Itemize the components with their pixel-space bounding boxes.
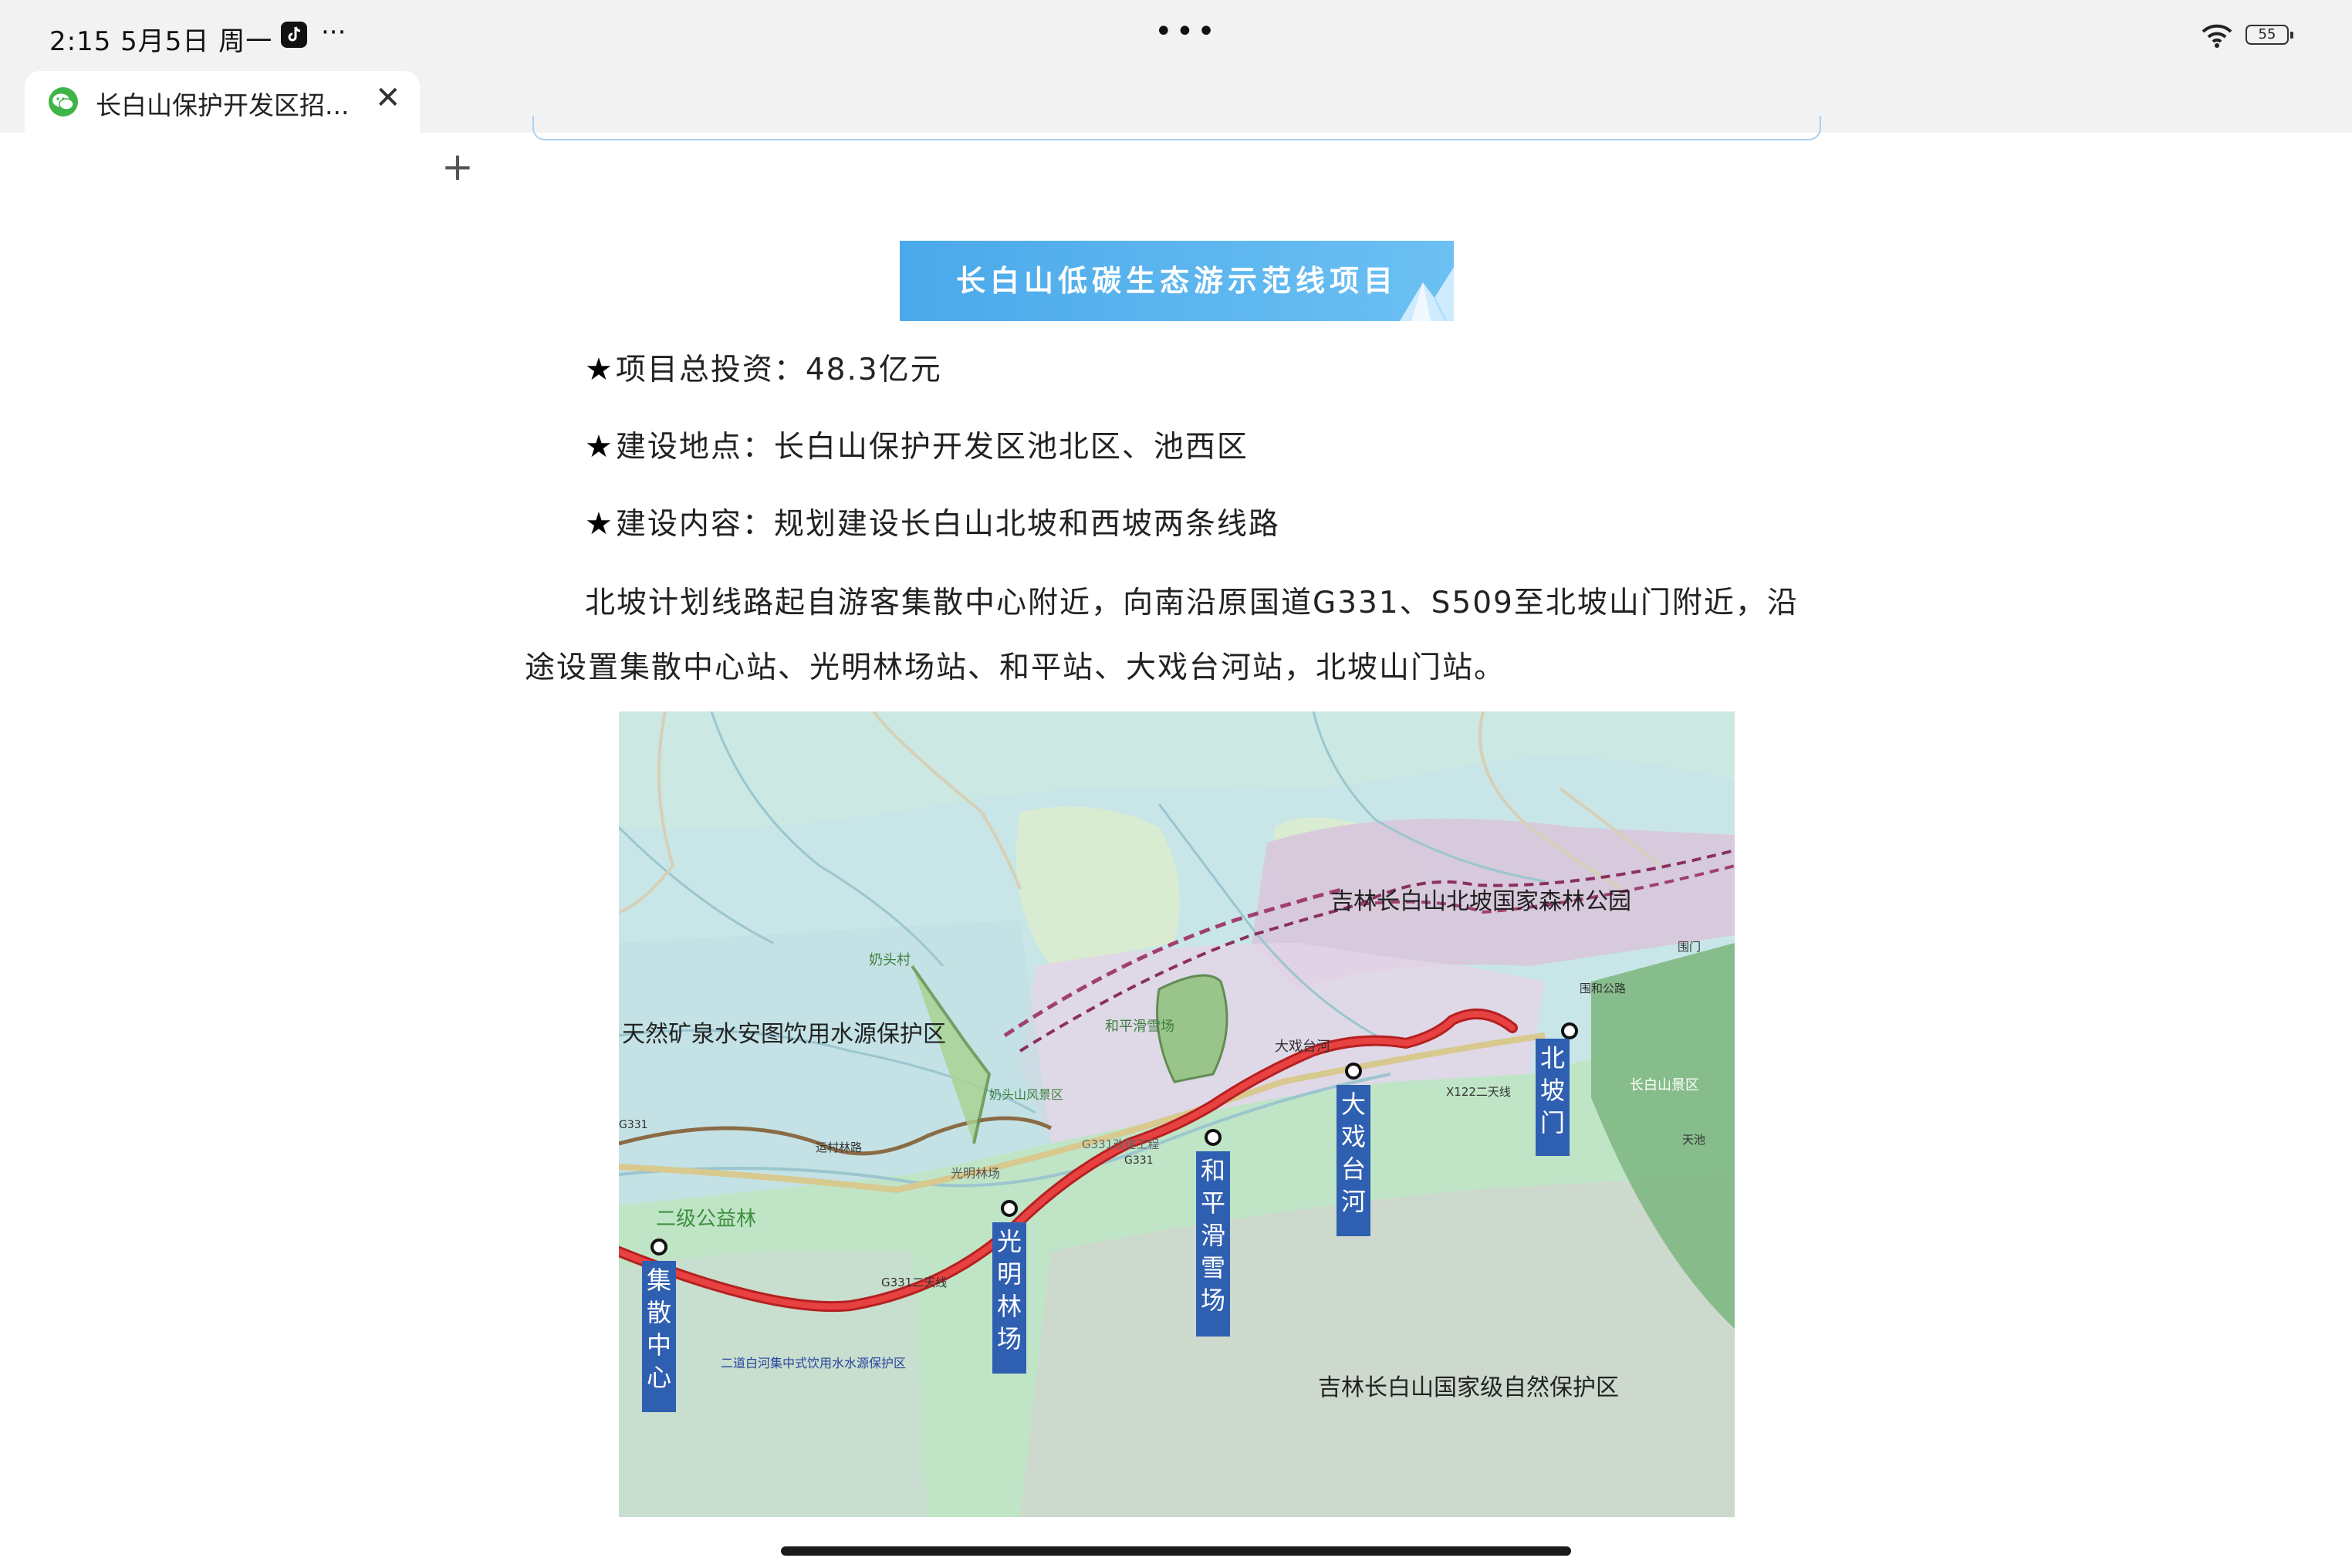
previous-card-edge [532, 116, 1821, 140]
station-label-jisan: 集散中心 [642, 1261, 676, 1412]
road-yuncun: 运村林路 [816, 1141, 862, 1154]
svg-text:散: 散 [647, 1298, 671, 1327]
station-marker [1345, 1063, 1362, 1080]
svg-text:台: 台 [1341, 1154, 1366, 1184]
home-indicator[interactable] [781, 1546, 1571, 1556]
svg-text:坡: 坡 [1540, 1076, 1565, 1105]
route-description: 北坡计划线路起自游客集散中心附近，向南沿原国道G331、S509至北坡山门附近，… [525, 586, 1799, 685]
station-label-guangming: 光明林场 [992, 1222, 1026, 1374]
svg-text:林: 林 [997, 1292, 1022, 1321]
svg-text:中: 中 [647, 1330, 671, 1360]
info-content: ★建设内容：规划建设长白山北坡和西坡两条线路 [585, 506, 1280, 542]
battery-icon: 55 [2246, 25, 2293, 45]
station-marker [651, 1239, 667, 1255]
svg-text:北: 北 [1540, 1043, 1565, 1073]
svg-text:大: 大 [1341, 1090, 1366, 1119]
label-forest-park: 吉林长白山北坡国家森林公园 [1330, 888, 1631, 915]
label-public-forest: 二级公益林 [656, 1208, 756, 1231]
road-g331-west: G331 [619, 1119, 648, 1131]
forest-patch [1016, 806, 1180, 966]
svg-text:平: 平 [1201, 1188, 1225, 1218]
label-heping-ski: 和平滑雪场 [1105, 1019, 1174, 1035]
star-icon: ★ [585, 506, 614, 542]
ice-decoration-icon [1400, 267, 1454, 321]
svg-text:滑: 滑 [1201, 1221, 1225, 1250]
status-bar: 2:15 5月5日 周一 ··· ••• 55 [0, 0, 2352, 71]
label-daxitai: 大戏台河 [1275, 1039, 1330, 1055]
station-label-heping: 和平滑雪场 [1196, 1151, 1230, 1337]
road-weihe: 围和公路 [1580, 982, 1626, 995]
station-marker [1561, 1022, 1578, 1039]
svg-text:场: 场 [997, 1324, 1022, 1353]
label-water-reserve: 二道白河集中式饮用水水源保护区 [721, 1356, 906, 1370]
label-scenic: 长白山景区 [1630, 1077, 1699, 1093]
station-marker [1205, 1129, 1222, 1146]
star-icon: ★ [585, 352, 614, 387]
tab-active[interactable]: 长白山保护开发区招... ✕ [25, 71, 420, 133]
svg-text:明: 明 [997, 1259, 1022, 1289]
label-guangming-farm: 光明林场 [951, 1166, 1000, 1181]
station-label-daxitai: 大戏台河 [1337, 1085, 1370, 1236]
svg-text:和: 和 [1201, 1156, 1225, 1185]
label-naitou-scenic: 奶头山风景区 [989, 1087, 1063, 1102]
svg-text:雪: 雪 [1201, 1253, 1225, 1282]
section-banner: 长白山低碳生态游示范线项目 [900, 241, 1454, 321]
road-g331-ertian: G331二天线 [881, 1276, 947, 1289]
wechat-icon [49, 87, 78, 117]
multitask-dots-icon[interactable]: ••• [1154, 14, 1218, 49]
label-national-reserve: 吉林长白山国家级自然保护区 [1318, 1374, 1619, 1401]
road-g331-rebuild: G331改建工程 [1082, 1137, 1159, 1151]
new-tab-button[interactable]: + [441, 144, 474, 190]
road-tianchi: 天池 [1682, 1133, 1705, 1147]
info-investment: ★项目总投资：48.3亿元 [585, 352, 942, 387]
svg-text:场: 场 [1201, 1286, 1225, 1315]
svg-text:河: 河 [1341, 1187, 1366, 1216]
info-location: ★建设地点：长白山保护开发区池北区、池西区 [585, 429, 1249, 465]
wifi-icon [2202, 24, 2232, 48]
road-g331-east: G331 [1124, 1154, 1154, 1167]
close-tab-icon[interactable]: ✕ [375, 80, 401, 116]
svg-text:戏: 戏 [1341, 1122, 1366, 1151]
label-naitou: 奶头村 [869, 952, 911, 968]
route-map-svg: 集散中心 光明林场 和平滑雪场 大戏台河 北坡门 吉林长白山北坡国家森林公园 天… [619, 711, 1735, 1517]
label-water-zone: 天然矿泉水安图饮用水源保护区 [622, 1021, 946, 1048]
svg-text:光: 光 [997, 1227, 1022, 1256]
station-marker [1001, 1200, 1018, 1217]
road-x122: X122二天线 [1446, 1085, 1511, 1099]
svg-text:门: 门 [1540, 1108, 1565, 1137]
star-icon: ★ [585, 429, 614, 465]
road-weimen: 围门 [1678, 940, 1701, 954]
station-label-beipomen: 北坡门 [1536, 1039, 1570, 1156]
svg-text:心: 心 [647, 1363, 671, 1392]
tab-title: 长白山保护开发区招... [96, 90, 350, 120]
status-more-icon: ··· [321, 17, 346, 48]
tiktok-icon [281, 22, 307, 48]
status-clock: 2:15 5月5日 周一 [49, 26, 273, 57]
svg-text:集: 集 [647, 1266, 671, 1295]
route-map: 集散中心 光明林场 和平滑雪场 大戏台河 北坡门 吉林长白山北坡国家森林公园 天… [619, 711, 1735, 1517]
